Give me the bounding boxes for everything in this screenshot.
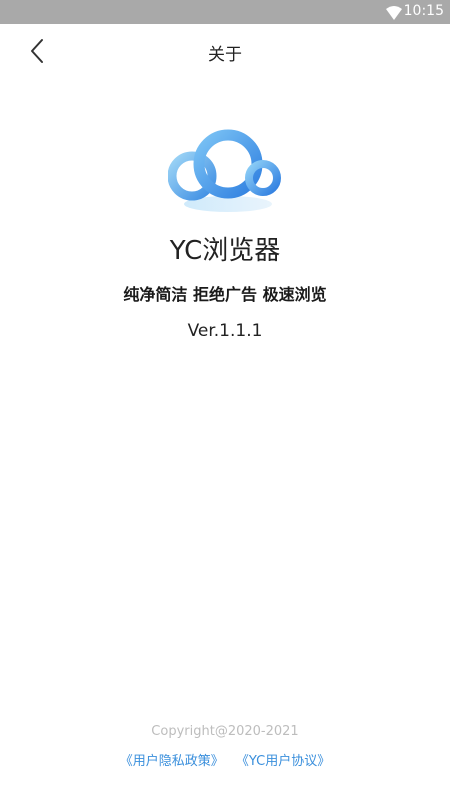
app-version: Ver.1.1.1: [187, 321, 263, 341]
copyright-text: Copyright@2020-2021: [151, 724, 299, 739]
wifi-icon: [386, 5, 402, 20]
user-agreement-link[interactable]: 《YC用户协议》: [236, 754, 330, 769]
privacy-policy-link[interactable]: 《用户隐私政策》: [120, 754, 224, 769]
app-slogan: 纯净简洁 拒绝广告 极速浏览: [123, 285, 327, 304]
status-time: 10:15: [403, 3, 444, 19]
app-name: YC浏览器: [169, 236, 281, 266]
app-bar: 关于: [0, 24, 450, 78]
footer-links: 《用户隐私政策》 《YC用户协议》: [0, 750, 450, 769]
cloud-logo-icon: [167, 124, 286, 216]
page-title: 关于: [208, 45, 242, 65]
status-bar: 10:15: [0, 0, 450, 24]
